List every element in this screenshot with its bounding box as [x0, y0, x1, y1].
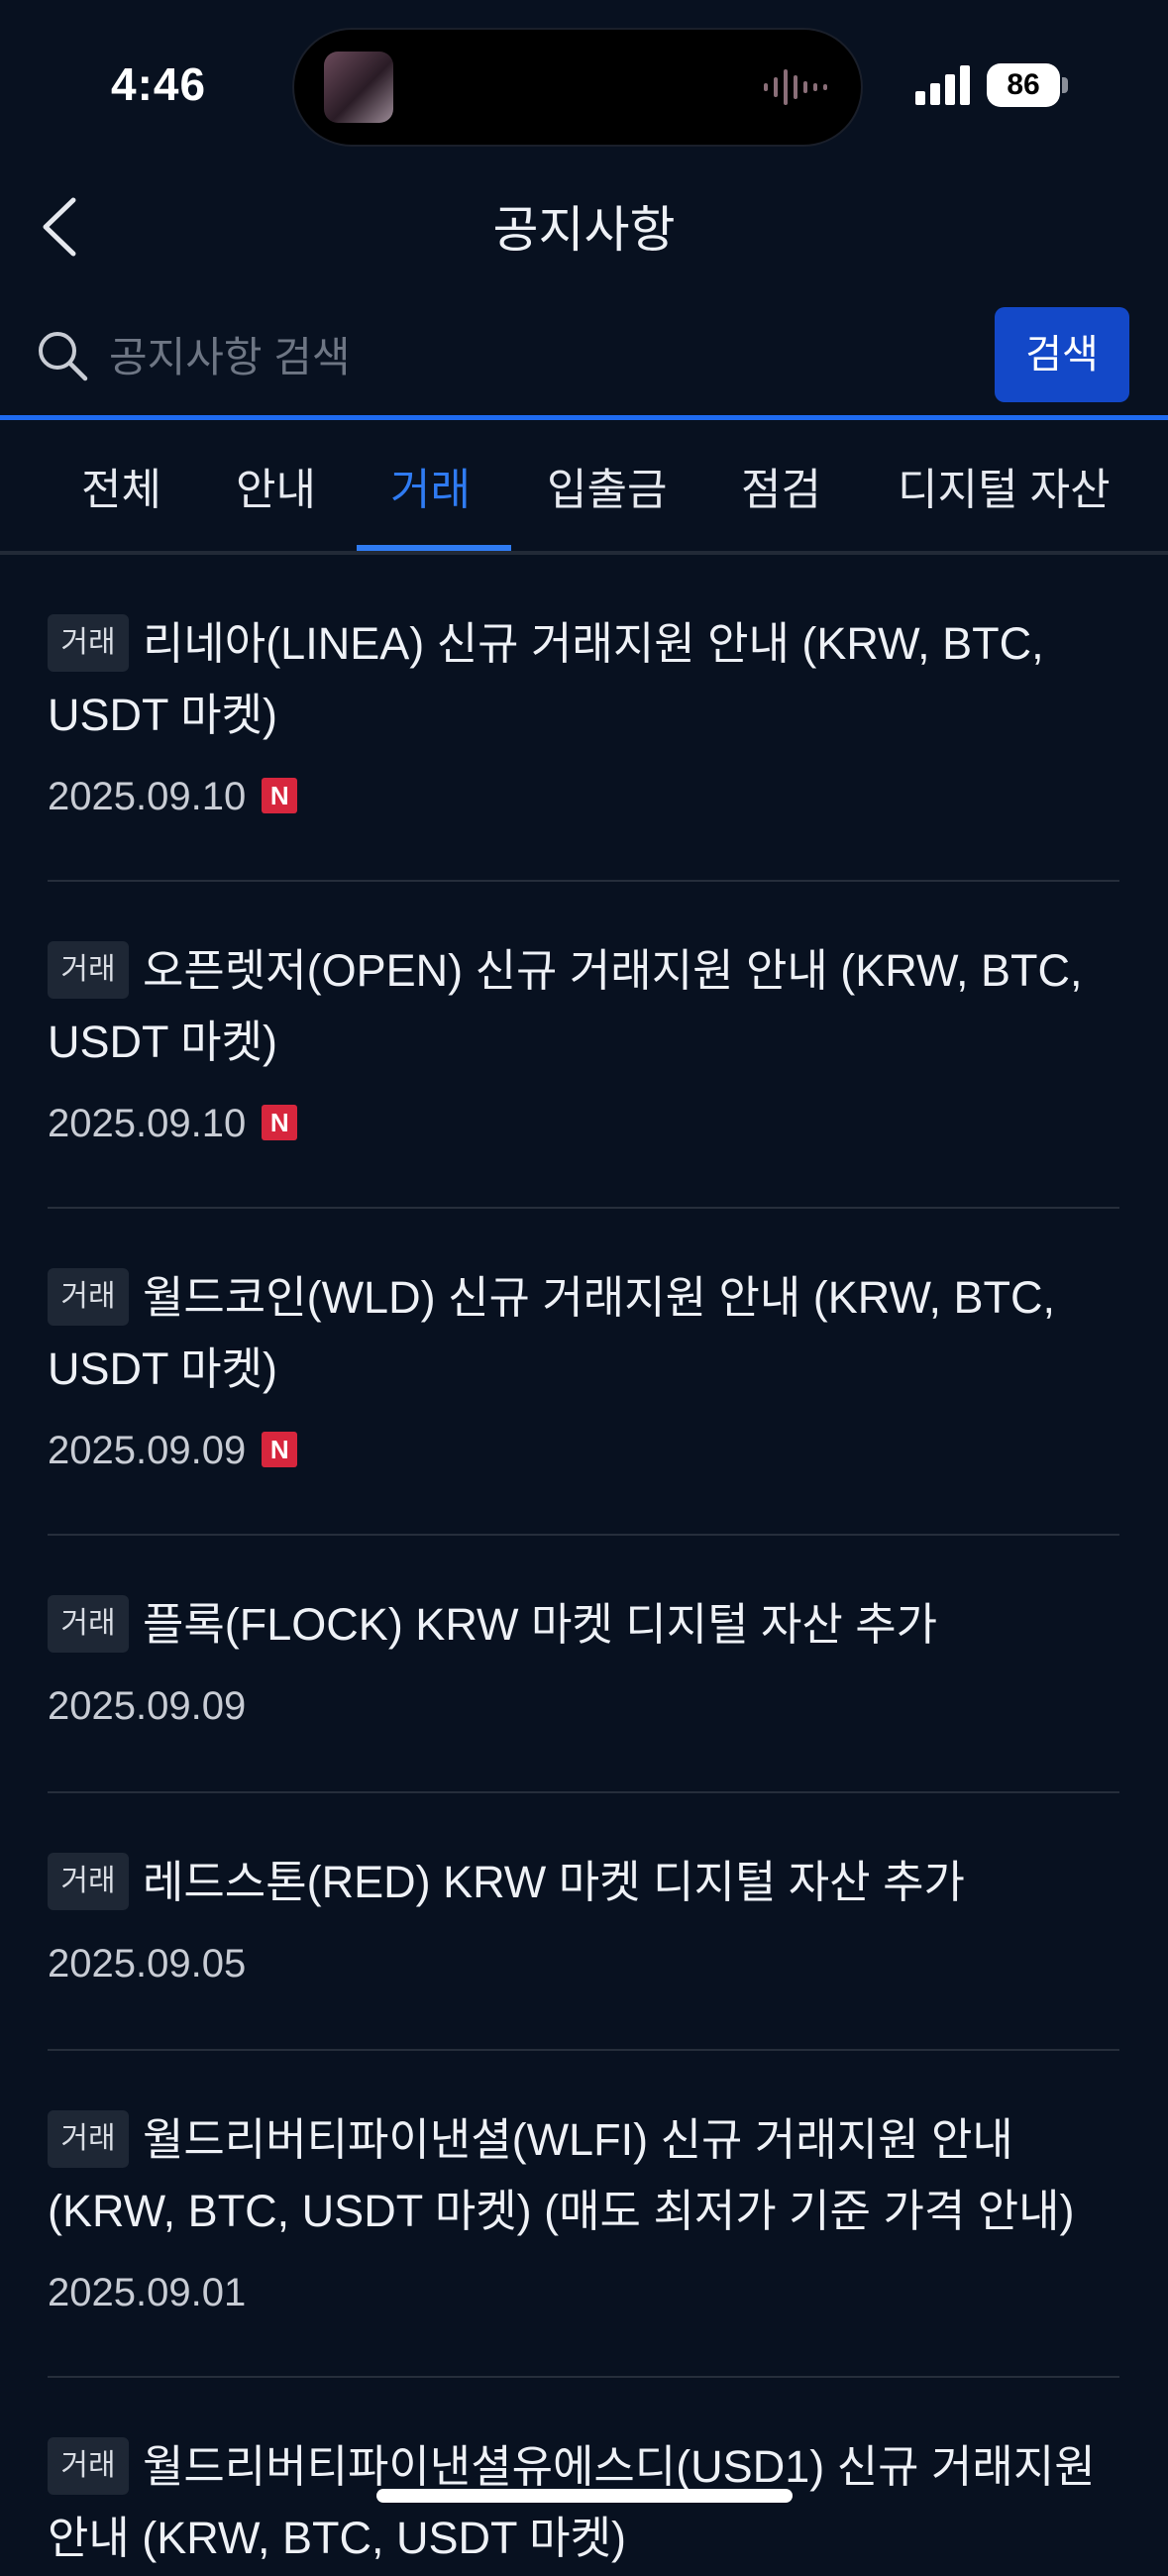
notice-item[interactable]: 거래 월드리버티파이낸셜유에스디(USD1) 신규 거래지원 안내 (KRW, B…: [48, 2378, 1119, 2576]
category-badge: 거래: [48, 614, 129, 673]
notice-date: 2025.09.05: [48, 1942, 247, 1986]
notice-list: 거래 리네아(LINEA) 신규 거래지원 안내 (KRW, BTC, USDT …: [48, 555, 1119, 2576]
tab-digital-assets[interactable]: 디지털 자산: [898, 454, 1111, 517]
notice-title: 월드리버티파이낸셜(WLFI) 신규 거래지원 안내 (KRW, BTC, US…: [48, 2114, 1075, 2236]
notice-item[interactable]: 거래 레드스톤(RED) KRW 마켓 디지털 자산 추가 2025.09.05: [48, 1793, 1119, 2051]
search-icon: [39, 332, 88, 381]
category-badge: 거래: [48, 941, 129, 1000]
new-badge: N: [262, 1432, 298, 1468]
notice-item[interactable]: 거래 리네아(LINEA) 신규 거래지원 안내 (KRW, BTC, USDT …: [48, 555, 1119, 882]
now-playing-artwork: [324, 52, 393, 123]
tab-deposit-withdrawal[interactable]: 입출금: [547, 454, 667, 517]
search-button[interactable]: 검색: [995, 307, 1129, 402]
notice-title: 리네아(LINEA) 신규 거래지원 안내 (KRW, BTC, USDT 마켓…: [48, 618, 1044, 740]
notice-date: 2025.09.09: [48, 1684, 247, 1728]
category-badge: 거래: [48, 2110, 129, 2169]
notice-title: 플록(FLOCK) KRW 마켓 디지털 자산 추가: [143, 1599, 938, 1650]
notice-date: 2025.09.10: [48, 775, 247, 818]
notice-title: 레드스톤(RED) KRW 마켓 디지털 자산 추가: [143, 1857, 965, 1907]
notice-item[interactable]: 거래 월드리버티파이낸셜(WLFI) 신규 거래지원 안내 (KRW, BTC, …: [48, 2051, 1119, 2378]
notice-date: 2025.09.09: [48, 1429, 247, 1472]
status-time: 4:46: [111, 58, 207, 110]
tab-all[interactable]: 전체: [81, 454, 161, 517]
new-badge: N: [262, 778, 298, 814]
category-badge: 거래: [48, 1268, 129, 1327]
search-input[interactable]: [107, 321, 983, 394]
home-indicator[interactable]: [376, 2489, 793, 2503]
battery-indicator: 86: [987, 63, 1060, 107]
dynamic-island[interactable]: [294, 30, 861, 145]
category-tabs: 전체 안내 거래 입출금 점검 디지털 자산: [0, 420, 1168, 555]
audio-wave-icon: [764, 69, 827, 105]
category-badge: 거래: [48, 1595, 129, 1654]
battery-tip: [1062, 77, 1068, 93]
status-bar: 4:46 86: [0, 0, 1168, 168]
notice-title: 월드코인(WLD) 신규 거래지원 안내 (KRW, BTC, USDT 마켓): [48, 1272, 1055, 1394]
notice-title: 오픈렛저(OPEN) 신규 거래지원 안내 (KRW, BTC, USDT 마켓…: [48, 945, 1083, 1067]
notice-item[interactable]: 거래 월드코인(WLD) 신규 거래지원 안내 (KRW, BTC, USDT 마…: [48, 1209, 1119, 1536]
search-bar: 검색: [0, 297, 1168, 416]
cellular-signal-icon: [915, 65, 970, 105]
category-badge: 거래: [48, 1853, 129, 1911]
category-badge: 거래: [48, 2437, 129, 2496]
active-tab-indicator: [357, 545, 511, 551]
tab-guide[interactable]: 안내: [236, 454, 316, 517]
tab-trading[interactable]: 거래: [390, 454, 471, 517]
notice-item[interactable]: 거래 플록(FLOCK) KRW 마켓 디지털 자산 추가 2025.09.09: [48, 1536, 1119, 1793]
notice-item[interactable]: 거래 오픈렛저(OPEN) 신규 거래지원 안내 (KRW, BTC, USDT …: [48, 882, 1119, 1209]
notice-date: 2025.09.10: [48, 1102, 247, 1145]
notice-date: 2025.09.01: [48, 2271, 247, 2314]
new-badge: N: [262, 1105, 298, 1141]
page-title: 공지사항: [492, 202, 676, 258]
top-nav-bar: 공지사항: [0, 168, 1168, 277]
tab-maintenance[interactable]: 점검: [741, 454, 821, 517]
